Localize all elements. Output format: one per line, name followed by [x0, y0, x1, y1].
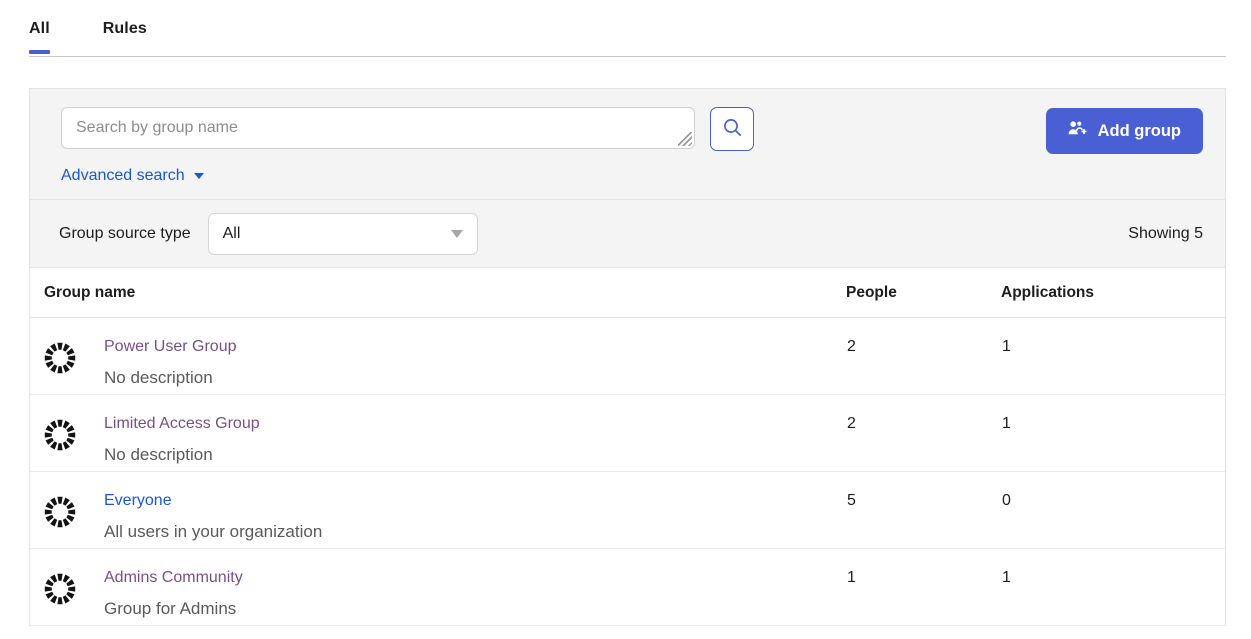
- applications-count: 1: [1001, 549, 1225, 626]
- group-description: No description: [104, 445, 260, 465]
- group-description: No description: [104, 368, 237, 388]
- search-header: Search by group name Advanced search: [30, 89, 1225, 200]
- people-count: 2: [846, 318, 1001, 395]
- applications-count: 1: [1001, 318, 1225, 395]
- tab-divider: [29, 56, 1226, 57]
- group-source-type-value: All: [223, 225, 241, 243]
- group-name-link[interactable]: Admins Community: [104, 569, 243, 587]
- chevron-down-icon: [451, 230, 463, 238]
- spinner-icon: [44, 492, 104, 533]
- group-name-cell: Limited Access Group No description: [30, 395, 846, 472]
- add-group-icon: [1068, 120, 1087, 143]
- spinner-icon: [44, 415, 104, 456]
- search-row: Search by group name: [61, 107, 1204, 151]
- people-count: 5: [846, 472, 1001, 549]
- advanced-search-toggle[interactable]: Advanced search: [61, 167, 204, 185]
- group-description: All users in your organization: [104, 522, 322, 542]
- table-header-row: Group name People Applications: [30, 268, 1225, 318]
- group-source-type-select[interactable]: All: [208, 213, 478, 255]
- add-group-button[interactable]: Add group: [1046, 108, 1203, 154]
- advanced-search-label: Advanced search: [61, 167, 185, 185]
- tab-all[interactable]: All: [29, 0, 50, 54]
- table-row[interactable]: Everyone All users in your organization …: [30, 472, 1225, 549]
- applications-count: 1: [1001, 395, 1225, 472]
- showing-count: Showing 5: [1128, 225, 1203, 243]
- group-name-cell: Power User Group No description: [30, 318, 846, 395]
- add-group-label: Add group: [1098, 122, 1181, 141]
- groups-table: Group name People Applications Power Use…: [30, 268, 1225, 626]
- applications-count: 0: [1001, 472, 1225, 549]
- search-input[interactable]: Search by group name: [61, 107, 695, 149]
- filter-row: Group source type All Showing 5: [30, 200, 1225, 268]
- tab-rules[interactable]: Rules: [103, 0, 147, 54]
- search-icon: [723, 118, 742, 140]
- search-placeholder: Search by group name: [76, 120, 238, 136]
- group-name-link[interactable]: Limited Access Group: [104, 415, 260, 433]
- people-count: 2: [846, 395, 1001, 472]
- table-row[interactable]: Limited Access Group No description 2 1: [30, 395, 1225, 472]
- search-button[interactable]: [710, 107, 754, 151]
- table-row[interactable]: Power User Group No description 2 1: [30, 318, 1225, 395]
- groups-table-body: Power User Group No description 2 1 Limi…: [30, 318, 1225, 626]
- group-name-link[interactable]: Everyone: [104, 492, 172, 510]
- group-source-type-label: Group source type: [59, 225, 191, 243]
- group-description: Group for Admins: [104, 599, 243, 619]
- tab-bar: All Rules: [0, 0, 1251, 60]
- spinner-icon: [44, 569, 104, 610]
- group-name-cell: Admins Community Group for Admins: [30, 549, 846, 626]
- group-name-link[interactable]: Power User Group: [104, 338, 237, 356]
- group-name-cell: Everyone All users in your organization: [30, 472, 846, 549]
- table-row[interactable]: Admins Community Group for Admins 1 1: [30, 549, 1225, 626]
- groups-panel: Search by group name Advanced search: [29, 88, 1226, 626]
- column-header-group-name: Group name: [30, 268, 846, 318]
- column-header-applications: Applications: [1001, 268, 1225, 318]
- people-count: 1: [846, 549, 1001, 626]
- resize-handle-icon[interactable]: [678, 132, 692, 146]
- chevron-down-icon: [194, 173, 204, 179]
- column-header-people: People: [846, 268, 1001, 318]
- spinner-icon: [44, 338, 104, 379]
